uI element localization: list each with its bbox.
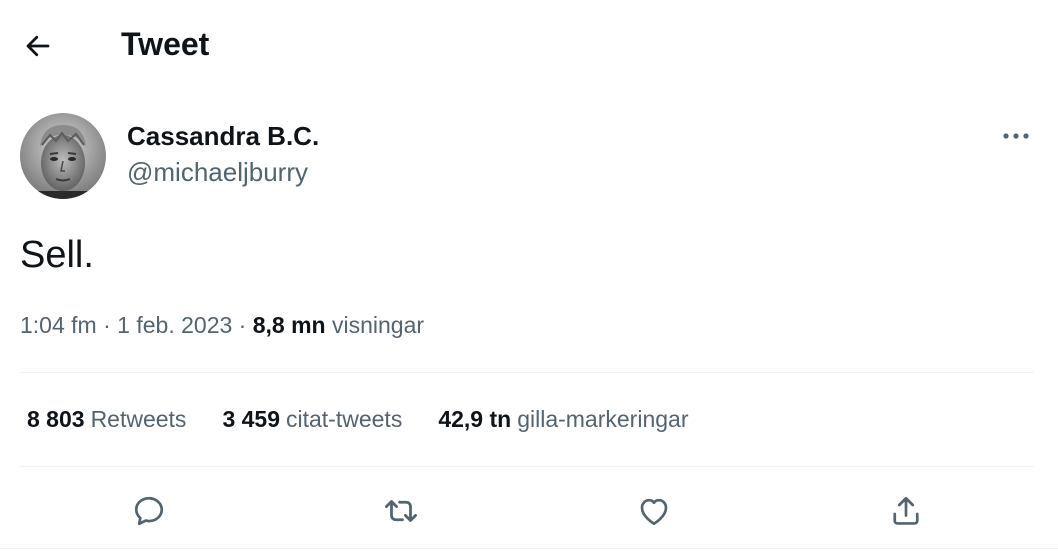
header: Tweet [0, 0, 1058, 90]
likes-label: gilla-markeringar [517, 406, 689, 432]
avatar[interactable] [20, 113, 106, 199]
more-options-button[interactable] [996, 120, 1036, 152]
tweet-actions [0, 484, 1058, 538]
share-icon [893, 496, 919, 525]
avatar-image [20, 113, 106, 199]
likes-stat[interactable]: 42,9 tn gilla-markeringar [438, 402, 688, 436]
tweet-stats: 8 803 Retweets 3 459 citat-tweets 42,9 tn g… [27, 402, 724, 436]
quotes-count: 3 459 [222, 406, 280, 432]
retweet-button[interactable] [374, 484, 428, 538]
reply-button[interactable] [122, 484, 176, 538]
tweet-time[interactable]: 1:04 fm [20, 312, 97, 338]
retweets-label: Retweets [90, 406, 187, 432]
views-count: 8,8 mn [252, 312, 326, 338]
divider [20, 372, 1034, 373]
more-horizontal-icon [1003, 133, 1029, 139]
tweet-text: Sell. [20, 234, 94, 276]
like-button[interactable] [627, 484, 681, 538]
likes-count: 42,9 tn [438, 406, 512, 432]
retweets-stat[interactable]: 8 803 Retweets [27, 402, 186, 436]
reply-icon [134, 496, 164, 526]
author-handle[interactable]: @michaeljburry [127, 156, 308, 188]
retweet-icon [384, 500, 418, 522]
meta-separator: · [103, 312, 111, 338]
tweet-date[interactable]: 1 feb. 2023 [117, 312, 232, 338]
views-label: visningar [332, 312, 425, 338]
page-title: Tweet [121, 26, 210, 62]
author-display-name[interactable]: Cassandra B.C. [127, 120, 319, 152]
quotes-label: citat-tweets [286, 406, 403, 432]
quote-tweets-stat[interactable]: 3 459 citat-tweets [222, 402, 402, 436]
divider [0, 548, 1058, 549]
back-button[interactable] [14, 22, 62, 70]
share-button[interactable] [879, 484, 933, 538]
meta-separator: · [238, 312, 247, 338]
divider [20, 466, 1034, 467]
tweet-meta: 1:04 fm · 1 feb. 2023 · 8,8 mn visningar [20, 309, 424, 341]
arrow-left-icon [26, 35, 50, 57]
retweets-count: 8 803 [27, 406, 85, 432]
heart-icon [640, 498, 668, 526]
